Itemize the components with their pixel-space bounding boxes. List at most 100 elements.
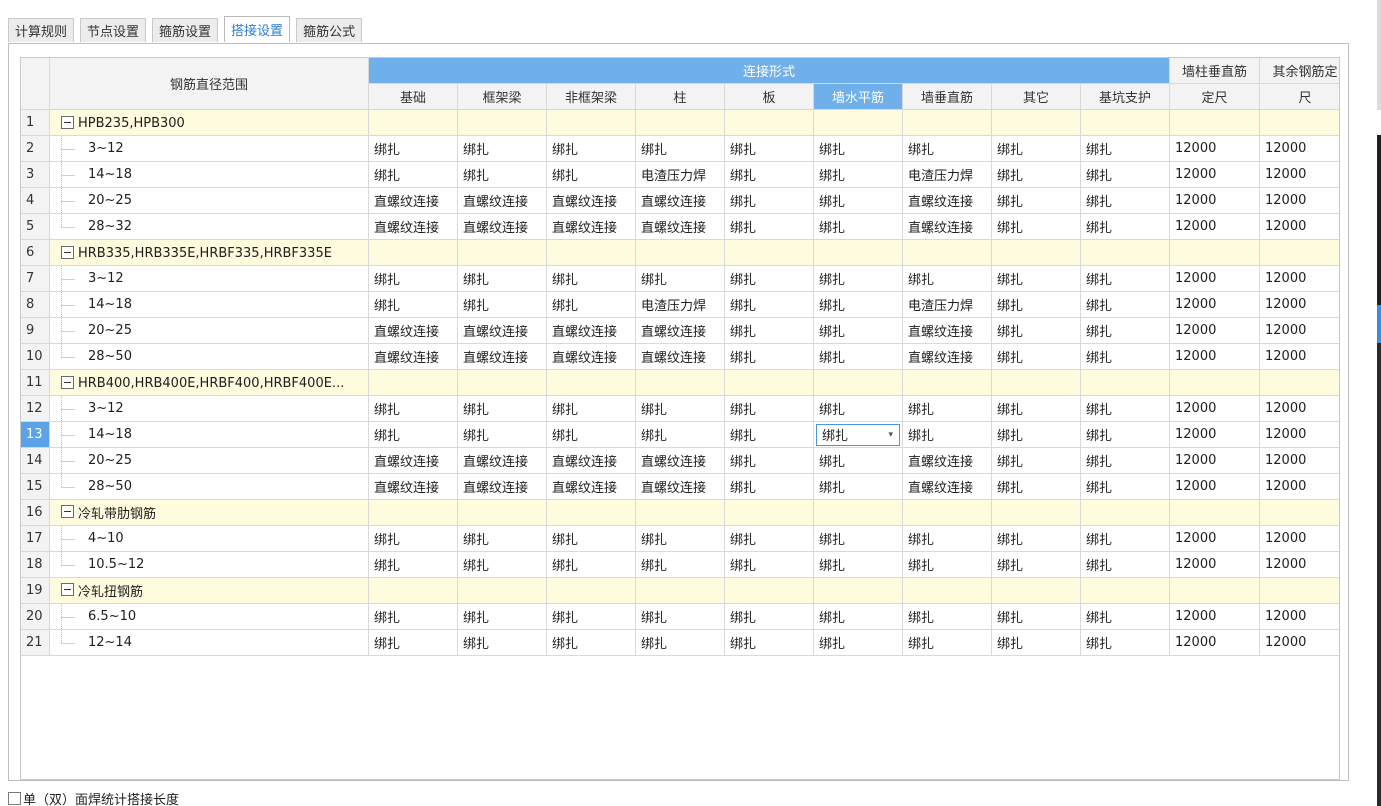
row-number[interactable]: 6: [21, 239, 50, 266]
connection-type-cell[interactable]: 绑扎: [724, 213, 814, 240]
group-row[interactable]: 1 HPB235,HPB300: [21, 109, 1339, 136]
table-row[interactable]: 20 6.5~10 绑扎 绑扎 绑扎 绑扎 绑扎 绑扎 绑扎 绑扎 绑扎 12000 12000: [21, 603, 1339, 630]
connection-type-cell[interactable]: 绑扎: [991, 317, 1081, 344]
connection-type-cell[interactable]: 绑扎: [724, 343, 814, 370]
other-rebar-length-cell[interactable]: 12000: [1259, 343, 1339, 370]
connection-type-cell[interactable]: 直螺纹连接: [902, 317, 992, 344]
connection-type-cell[interactable]: 绑扎: [1079, 395, 1171, 422]
connection-type-cell[interactable]: 绑扎: [546, 525, 636, 552]
collapse-toggle-icon[interactable]: [61, 505, 74, 518]
other-rebar-length-cell[interactable]: 12000: [1259, 317, 1339, 344]
table-row[interactable]: 21 12~14 绑扎 绑扎 绑扎 绑扎 绑扎 绑扎 绑扎 绑扎 绑扎 12000 12000: [21, 629, 1339, 656]
connection-type-cell[interactable]: 绑扎: [457, 525, 547, 552]
connection-type-cell[interactable]: 直螺纹连接: [635, 317, 725, 344]
connection-type-cell[interactable]: 直螺纹连接: [546, 447, 636, 474]
connection-type-cell[interactable]: 绑扎: [991, 343, 1081, 370]
connection-type-cell[interactable]: 绑扎: [635, 265, 725, 292]
other-rebar-length-cell[interactable]: 12000: [1259, 551, 1339, 578]
group-label-cell[interactable]: 冷轧扭钢筋: [49, 577, 369, 604]
connection-col-header-0[interactable]: 基础: [368, 83, 458, 110]
row-number[interactable]: 18: [21, 551, 50, 578]
connection-col-header-4[interactable]: 板: [724, 83, 814, 110]
table-row[interactable]: 17 4~10 绑扎 绑扎 绑扎 绑扎 绑扎 绑扎 绑扎 绑扎 绑扎 12000 12000: [21, 525, 1339, 552]
connection-type-cell[interactable]: 直螺纹连接: [635, 473, 725, 500]
row-number[interactable]: 17: [21, 525, 50, 552]
connection-type-cell[interactable]: 绑扎: [457, 161, 547, 188]
other-rebar-length-cell[interactable]: 12000: [1259, 525, 1339, 552]
connection-type-cell[interactable]: 绑扎: [724, 317, 814, 344]
row-number[interactable]: 20: [21, 603, 50, 630]
connection-type-cell[interactable]: 绑扎: [635, 421, 725, 448]
range-cell[interactable]: 6.5~10: [49, 603, 369, 630]
tab-2[interactable]: 箍筋设置: [152, 18, 219, 42]
connection-col-header-8[interactable]: 基坑支护: [1079, 83, 1171, 110]
other-rebar-length-header-line2[interactable]: 尺: [1259, 83, 1339, 110]
other-rebar-length-cell[interactable]: 12000: [1259, 265, 1339, 292]
connection-type-cell[interactable]: 电渣压力焊: [635, 291, 725, 318]
connection-type-cell[interactable]: 绑扎: [368, 161, 458, 188]
table-row[interactable]: 3 14~18 绑扎 绑扎 绑扎 电渣压力焊 绑扎 绑扎 电渣压力焊 绑扎 绑扎 12000 12000: [21, 161, 1339, 188]
connection-type-cell[interactable]: 直螺纹连接: [457, 187, 547, 214]
connection-type-cell[interactable]: 绑扎: [635, 629, 725, 656]
connection-type-cell[interactable]: 直螺纹连接: [457, 343, 547, 370]
connection-type-cell[interactable]: 绑扎: [368, 395, 458, 422]
connection-type-cell[interactable]: 绑扎: [813, 343, 903, 370]
other-rebar-length-cell[interactable]: 12000: [1259, 395, 1339, 422]
row-number[interactable]: 9: [21, 317, 50, 344]
connection-type-cell[interactable]: 绑扎: [1079, 603, 1171, 630]
connection-type-cell[interactable]: 绑扎: [991, 161, 1081, 188]
connection-type-cell[interactable]: 绑扎: [991, 395, 1081, 422]
other-rebar-length-cell[interactable]: 12000: [1259, 421, 1339, 448]
row-number[interactable]: 10: [21, 343, 50, 370]
connection-type-cell[interactable]: 绑扎: [546, 395, 636, 422]
collapse-toggle-icon[interactable]: [61, 583, 74, 596]
wall-column-length-cell[interactable]: 12000: [1169, 187, 1261, 214]
row-number[interactable]: 1: [21, 109, 50, 136]
table-row[interactable]: 15 28~50 直螺纹连接 直螺纹连接 直螺纹连接 直螺纹连接 绑扎 绑扎 直螺纹连接 绑扎 绑扎…: [21, 473, 1339, 500]
connection-col-header-1[interactable]: 框架梁: [457, 83, 547, 110]
range-header[interactable]: 钢筋直径范围: [49, 58, 369, 110]
connection-type-cell[interactable]: 直螺纹连接: [368, 187, 458, 214]
wall-column-length-cell[interactable]: 12000: [1169, 161, 1261, 188]
connection-type-cell[interactable]: 直螺纹连接: [902, 213, 992, 240]
connection-type-cell[interactable]: 绑扎: [724, 135, 814, 162]
group-label-cell[interactable]: 冷轧带肋钢筋: [49, 499, 369, 526]
connection-type-cell[interactable]: 绑扎: [724, 395, 814, 422]
wall-column-length-cell[interactable]: 12000: [1169, 525, 1261, 552]
connection-type-cell[interactable]: 绑扎: [546, 551, 636, 578]
connection-type-cell[interactable]: 绑扎: [724, 265, 814, 292]
connection-type-cell[interactable]: 直螺纹连接: [546, 473, 636, 500]
connection-type-cell[interactable]: 绑扎: [368, 551, 458, 578]
connection-type-cell[interactable]: 绑扎: [546, 135, 636, 162]
connection-type-cell[interactable]: 直螺纹连接: [635, 187, 725, 214]
connection-type-cell[interactable]: 绑扎: [813, 213, 903, 240]
connection-type-cell[interactable]: 绑扎: [991, 187, 1081, 214]
row-number[interactable]: 4: [21, 187, 50, 214]
connection-type-cell[interactable]: 绑扎: [724, 291, 814, 318]
wall-column-length-cell[interactable]: 12000: [1169, 265, 1261, 292]
connection-type-cell[interactable]: 绑扎: [457, 291, 547, 318]
range-cell[interactable]: 28~32: [49, 213, 369, 240]
collapse-toggle-icon[interactable]: [61, 246, 74, 259]
connection-type-cell[interactable]: 直螺纹连接: [902, 447, 992, 474]
connection-type-cell[interactable]: 直螺纹连接: [546, 343, 636, 370]
connection-type-cell[interactable]: 绑扎: [457, 551, 547, 578]
connection-type-cell[interactable]: 绑扎: [813, 525, 903, 552]
connection-type-cell[interactable]: 绑扎: [368, 629, 458, 656]
wall-column-length-cell[interactable]: 12000: [1169, 421, 1261, 448]
wall-column-length-cell[interactable]: 12000: [1169, 135, 1261, 162]
group-label-cell[interactable]: HRB335,HRB335E,HRBF335,HRBF335E: [49, 239, 369, 266]
connection-type-cell[interactable]: 绑扎: [546, 265, 636, 292]
connection-type-cell[interactable]: 绑扎: [902, 421, 992, 448]
connection-type-cell[interactable]: 绑扎: [457, 421, 547, 448]
connection-type-cell[interactable]: 直螺纹连接: [368, 473, 458, 500]
connection-type-cell[interactable]: 直螺纹连接: [457, 317, 547, 344]
wall-column-length-cell[interactable]: 12000: [1169, 343, 1261, 370]
connection-type-cell[interactable]: 绑扎: [1079, 421, 1171, 448]
other-rebar-length-cell[interactable]: 12000: [1259, 161, 1339, 188]
connection-type-cell[interactable]: 绑扎: [813, 265, 903, 292]
connection-type-cell[interactable]: 绑扎: [813, 135, 903, 162]
connection-type-cell[interactable]: 绑扎: [813, 317, 903, 344]
connection-type-cell[interactable]: 电渣压力焊: [902, 291, 992, 318]
tab-4[interactable]: 箍筋公式: [296, 18, 363, 42]
